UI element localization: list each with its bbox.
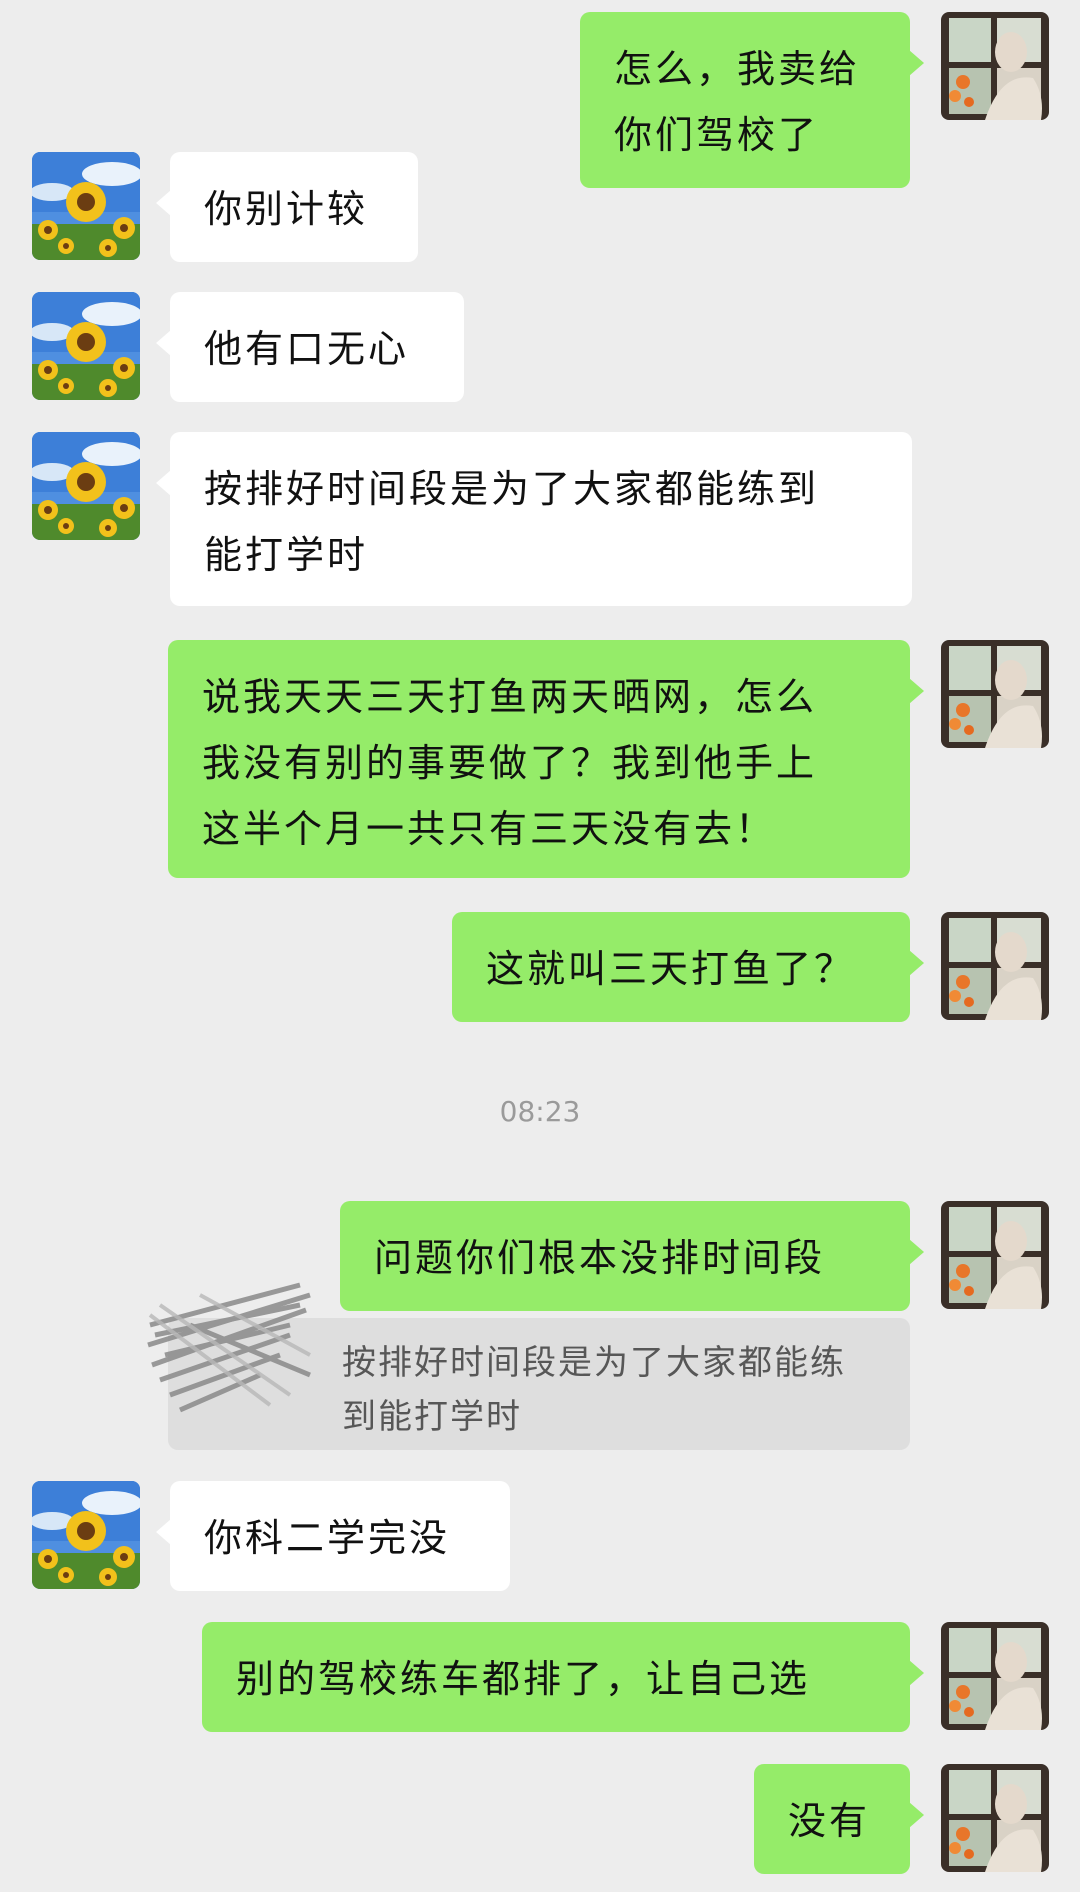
avatar[interactable] [941,1201,1049,1309]
timestamp: 08:23 [499,1095,581,1128]
message-bubble-sent[interactable]: 没有 [754,1764,924,1874]
avatar[interactable] [32,432,140,540]
avatar[interactable] [941,12,1049,120]
avatar[interactable] [941,640,1049,748]
message-bubble-sent[interactable]: 别的驾校练车都排了，让自己选 [202,1622,924,1732]
message-bubble-sent[interactable]: 问题你们根本没排时间段 [340,1201,924,1311]
avatar[interactable] [941,912,1049,1020]
avatar[interactable] [32,1481,140,1589]
message-bubble-received[interactable]: 你科二学完没 [156,1481,510,1591]
redaction-scribble [147,1282,311,1413]
avatar[interactable] [32,152,140,260]
message-bubble-received[interactable]: 他有口无心 [156,292,464,402]
avatar[interactable] [941,1764,1049,1872]
message-bubble-sent[interactable]: 怎么，我卖给你们驾校了 [580,12,924,188]
avatar[interactable] [32,292,140,400]
avatar[interactable] [941,1622,1049,1730]
message-bubble-received[interactable]: 按排好时间段是为了大家都能练到 能打学时 [156,432,912,606]
message-bubble-sent[interactable]: 说我天天三天打鱼两天晒网，怎么 我没有别的事要做了？我到他手上 这半个月一共只有… [168,640,924,878]
message-bubble-sent[interactable]: 这就叫三天打鱼了？ [452,912,924,1022]
message-bubble-received[interactable]: 你别计较 [156,152,418,262]
